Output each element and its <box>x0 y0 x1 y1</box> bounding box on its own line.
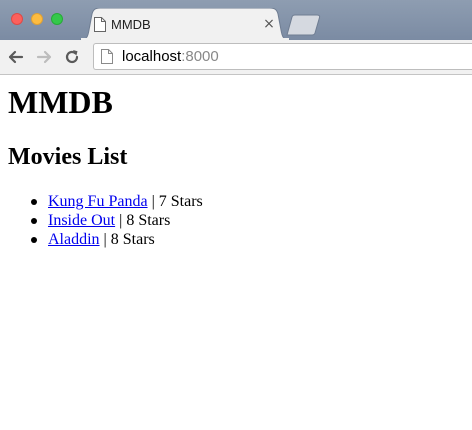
movie-link[interactable]: Inside Out <box>48 212 115 229</box>
movie-rating: 7 Stars <box>158 193 203 210</box>
movie-rating: 8 Stars <box>110 231 155 248</box>
browser-toolbar: localhost:8000 <box>0 40 472 75</box>
movie-item: Aladdin | 8 Stars <box>31 230 203 249</box>
page-subtitle: Movies List <box>8 144 128 170</box>
movie-link[interactable]: Kung Fu Panda <box>48 193 148 210</box>
tab-title: MMDB <box>111 17 151 32</box>
tab-strip: MMDB × <box>0 0 472 40</box>
page-title: MMDB <box>8 84 113 120</box>
window-zoom-button[interactable] <box>51 13 63 25</box>
document-icon <box>94 17 106 32</box>
movies-list: Kung Fu Panda | 7 Stars Inside Out | 8 S… <box>8 192 203 249</box>
page-icon <box>101 49 113 64</box>
bullet-icon <box>31 237 37 243</box>
new-tab-button[interactable] <box>286 14 322 36</box>
movie-rating: 8 Stars <box>126 212 171 229</box>
address-bar[interactable]: localhost:8000 <box>93 43 472 70</box>
reload-icon[interactable] <box>62 47 82 67</box>
movie-item: Inside Out | 8 Stars <box>31 211 203 230</box>
separator: | <box>115 212 127 229</box>
window-minimize-button[interactable] <box>31 13 43 25</box>
tab-close-icon[interactable]: × <box>261 16 277 32</box>
bullet-icon <box>31 218 37 224</box>
separator: | <box>99 231 111 248</box>
page-content: MMDB Movies List Kung Fu Panda | 7 Stars… <box>0 75 472 430</box>
url-text: localhost:8000 <box>122 48 219 66</box>
movie-item: Kung Fu Panda | 7 Stars <box>31 192 203 211</box>
back-arrow-icon[interactable] <box>6 47 26 67</box>
window-close-button[interactable] <box>11 13 23 25</box>
bullet-icon <box>31 199 37 205</box>
browser-window: MMDB × localhost:8000 MMDB Movies List K… <box>0 0 472 430</box>
url-host: localhost <box>122 48 182 65</box>
tab-mmdb[interactable]: MMDB × <box>80 8 290 40</box>
movie-link[interactable]: Aladdin <box>48 231 100 248</box>
url-port: :8000 <box>181 48 219 65</box>
forward-arrow-icon[interactable] <box>34 47 54 67</box>
separator: | <box>147 193 159 210</box>
